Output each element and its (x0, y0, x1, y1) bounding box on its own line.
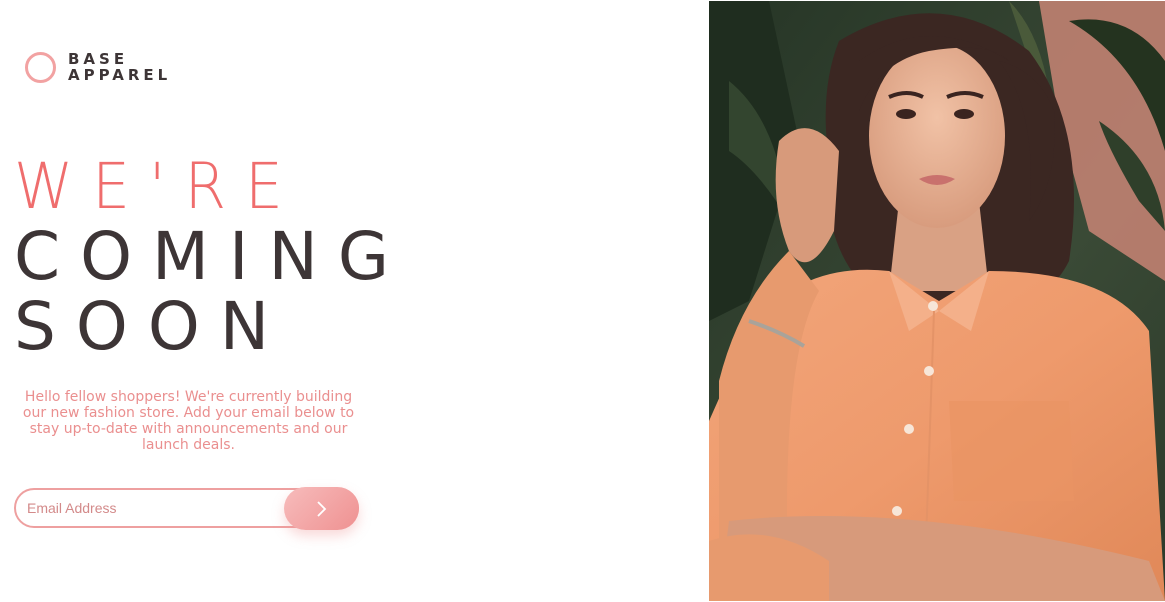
hero-photo (709, 1, 1165, 601)
description-text: Hello fellow shoppers! We're currently b… (22, 389, 355, 453)
logo-ring-icon (25, 51, 56, 83)
submit-button[interactable] (284, 487, 359, 530)
brand-logo[interactable]: BASE APPAREL (25, 51, 171, 83)
logo-line-1: BASE (68, 50, 129, 68)
content-panel: BASE APPAREL WE'RE COMING SOON Hello fel… (0, 0, 709, 602)
headline-line-1: WE'RE (14, 150, 302, 223)
chevron-right-icon (316, 500, 326, 517)
hero-image (709, 1, 1165, 601)
page-headline: WE'RE COMING SOON (14, 152, 409, 362)
logo-wordmark: BASE APPAREL (68, 51, 171, 83)
headline-line-2: COMING (14, 218, 409, 295)
newsletter-form (14, 487, 359, 530)
logo-line-2: APPAREL (68, 66, 172, 84)
headline-line-3: SOON (14, 288, 290, 365)
